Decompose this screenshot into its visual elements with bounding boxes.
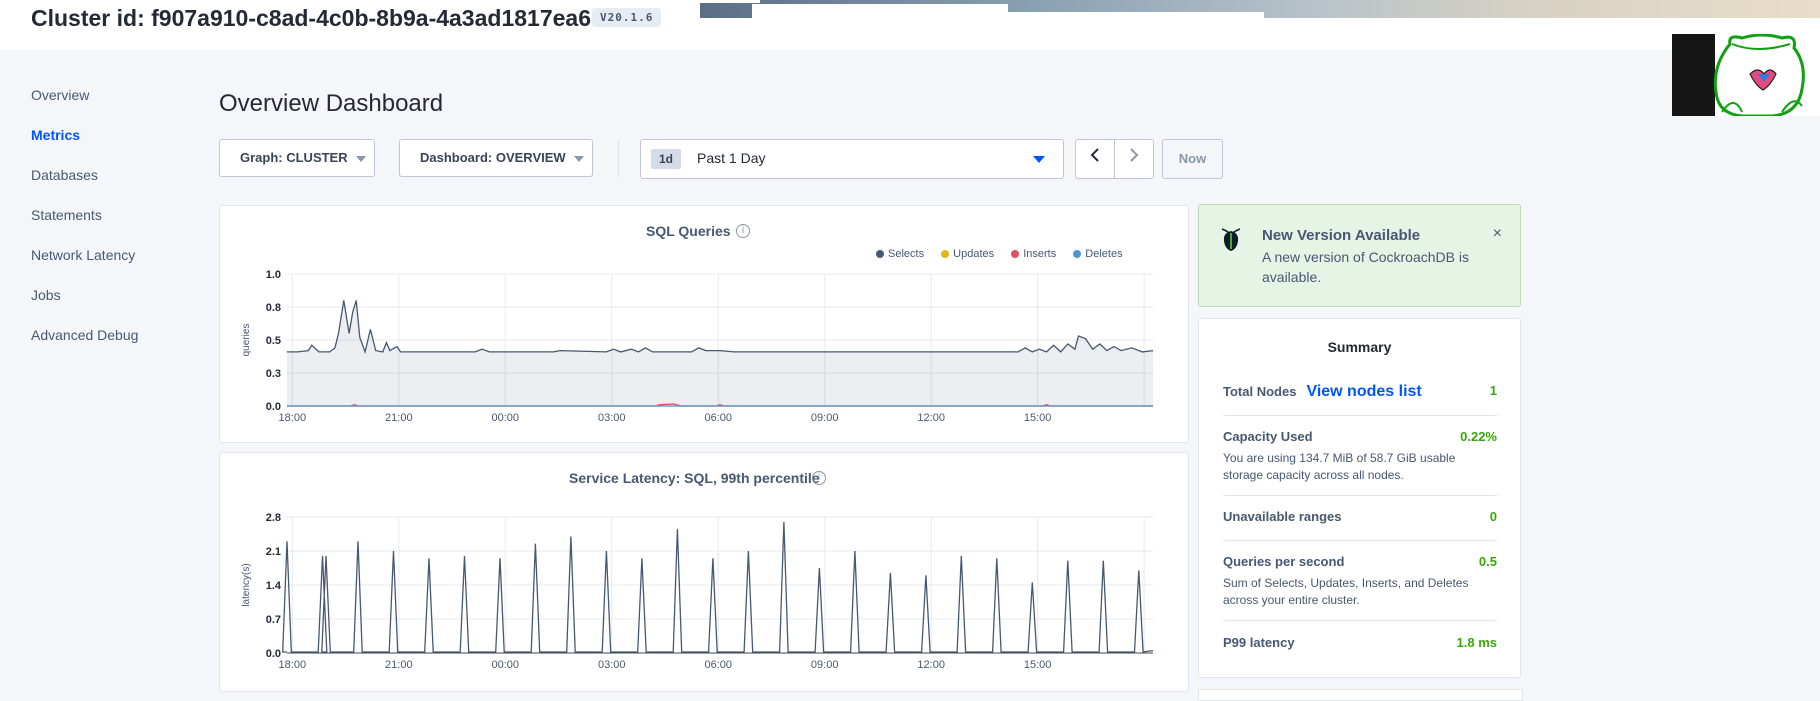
capacity-value: 0.22%	[1460, 429, 1497, 444]
x-tick-label: 06:00	[704, 659, 732, 671]
summary-total-nodes: Total Nodes View nodes list 1	[1223, 383, 1497, 400]
dashboard-dropdown-label: Dashboard: OVERVIEW	[420, 150, 566, 165]
alert-title: New Version Available	[1262, 227, 1421, 244]
y-tick-label: 2.8	[266, 512, 281, 524]
now-button[interactable]: Now	[1162, 139, 1223, 179]
dashboard-dropdown[interactable]: Dashboard: OVERVIEW	[399, 139, 593, 177]
y-tick-label: 0.7	[266, 614, 281, 626]
time-range-chip: 1d	[651, 149, 681, 169]
chart-title: SQL Queries	[646, 223, 731, 239]
close-icon[interactable]: ×	[1493, 225, 1502, 243]
x-tick-label: 09:00	[811, 659, 839, 671]
sidebar-item-databases[interactable]: Databases	[31, 167, 98, 183]
total-nodes-value: 1	[1489, 383, 1497, 398]
y-axis-label: queries	[241, 324, 252, 357]
sidebar-item-jobs[interactable]: Jobs	[31, 287, 61, 303]
new-version-alert: New Version Available A new version of C…	[1198, 204, 1521, 307]
page-title: Overview Dashboard	[219, 90, 444, 117]
x-tick-label: 18:00	[279, 412, 307, 424]
caret-down-icon	[355, 155, 366, 162]
legend-dot	[941, 250, 950, 259]
y-tick-label: 0.3	[266, 368, 281, 380]
time-range-select[interactable]: 1d Past 1 Day	[640, 139, 1064, 179]
x-tick-label: 00:00	[492, 659, 520, 671]
qps-value: 0.5	[1478, 554, 1497, 569]
x-tick-label: 00:00	[492, 412, 520, 424]
x-tick-label: 03:00	[598, 659, 626, 671]
sidebar-item-statements[interactable]: Statements	[31, 207, 102, 223]
series-area	[287, 300, 1153, 406]
version-badge: V20.1.6	[592, 8, 662, 27]
x-tick-label: 21:00	[385, 412, 413, 424]
next-range-button[interactable]	[1114, 139, 1154, 179]
cockroach-logo-icon	[1221, 228, 1241, 251]
info-icon[interactable]: i	[736, 224, 750, 238]
summary-unavailable-ranges: Unavailable ranges 0	[1223, 509, 1497, 524]
chevron-left-icon	[1090, 148, 1099, 162]
summary-p99-latency: P99 latency 1.8 ms	[1223, 635, 1497, 650]
sql-queries-chart: 0.00.30.50.81.018:00 21:00 00:00 03:00 06:00…	[241, 269, 1154, 424]
legend-dot	[876, 250, 884, 259]
caret-down-icon	[1033, 156, 1045, 163]
summary-title: Summary	[1327, 339, 1392, 355]
sidebar-item-advanced-debug[interactable]: Advanced Debug	[31, 327, 138, 343]
graph-dropdown[interactable]: Graph: CLUSTER	[219, 139, 375, 177]
x-tick-label: 15:00	[1024, 659, 1052, 671]
p99-value: 1.8 ms	[1456, 635, 1497, 650]
x-tick-label: 15:00	[1024, 412, 1052, 424]
toolbar-divider	[618, 139, 619, 177]
top-bar: Cluster id: f907a910-c8ad-4c0b-8b9a-4a3a…	[0, 0, 1820, 50]
time-range-label: Past 1 Day	[697, 150, 766, 166]
qps-desc: Sum of Selects, Updates, Inserts, and De…	[1223, 576, 1469, 607]
cluster-title: Cluster id: f907a910-c8ad-4c0b-8b9a-4a3a…	[31, 5, 591, 31]
summary-queries-per-second: Queries per second 0.5 Sum of Selects, U…	[1223, 554, 1497, 607]
x-tick-label: 18:00	[279, 659, 307, 671]
y-axis-label: latency(s)	[241, 563, 252, 606]
capacity-desc: You are using 134.7 MiB of 58.7 GiB usab…	[1223, 451, 1456, 482]
y-tick-label: 0.8	[266, 302, 281, 314]
summary-capacity-used: Capacity Used 0.22% You are using 134.7 …	[1223, 429, 1497, 482]
series-line-selects	[287, 300, 1154, 355]
x-tick-label: 03:00	[598, 412, 626, 424]
x-tick-label: 21:00	[385, 659, 413, 671]
x-tick-label: 06:00	[704, 412, 732, 424]
unavailable-value: 0	[1489, 509, 1497, 524]
info-icon[interactable]: i	[812, 471, 826, 485]
graph-dropdown-label: Graph: CLUSTER	[240, 150, 348, 165]
x-tick-label: 09:00	[811, 412, 839, 424]
legend-dot	[1011, 250, 1020, 259]
caret-down-icon	[573, 155, 584, 162]
summary-panel: Summary Total Nodes View nodes list 1 Cap…	[1198, 318, 1521, 678]
y-tick-label: 0.5	[266, 335, 281, 347]
service-latency-chart: 0.00.71.42.12.818:00 21:00 00:00 03:00 06:00…	[241, 512, 1154, 671]
sidebar-item-metrics[interactable]: Metrics	[31, 127, 80, 143]
avatar	[1672, 34, 1820, 116]
chart-title: Service Latency: SQL, 99th percentile	[569, 470, 820, 486]
chevron-right-icon	[1130, 148, 1139, 162]
y-tick-label: 1.0	[266, 269, 281, 281]
y-tick-label: 1.4	[266, 580, 282, 592]
next-card	[1198, 689, 1523, 701]
view-nodes-link[interactable]: View nodes list	[1306, 383, 1421, 400]
sidebar-item-network-latency[interactable]: Network Latency	[31, 247, 135, 263]
sidebar-item-overview[interactable]: Overview	[31, 87, 89, 103]
x-tick-label: 12:00	[917, 659, 945, 671]
alert-body: A new version of CockroachDB is availabl…	[1262, 249, 1469, 285]
legend-dot	[1073, 250, 1082, 259]
previous-range-button[interactable]	[1075, 139, 1115, 179]
y-tick-label: 2.1	[266, 546, 281, 558]
x-tick-label: 12:00	[917, 412, 945, 424]
